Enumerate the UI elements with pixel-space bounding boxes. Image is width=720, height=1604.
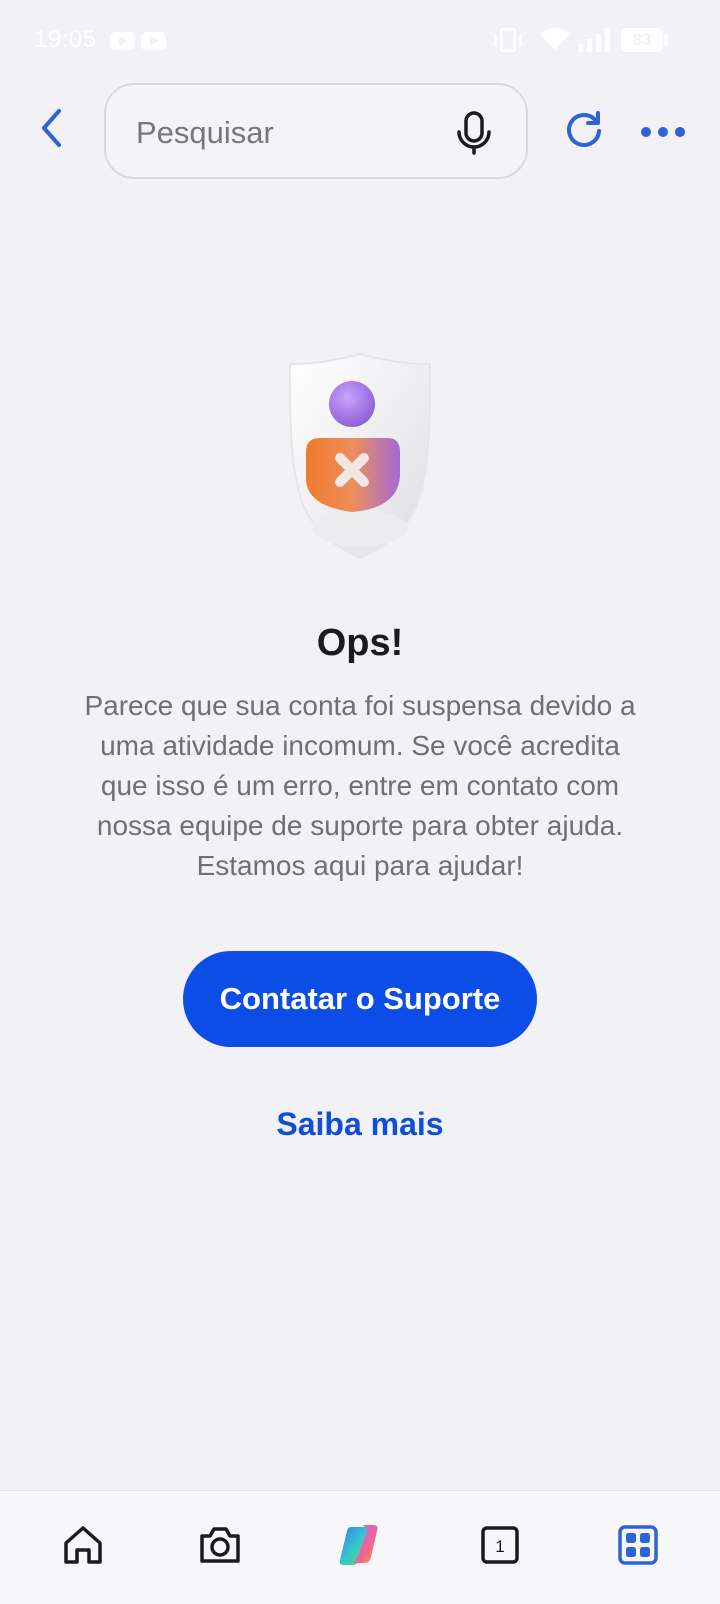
battery-icon: 83 <box>621 28 668 52</box>
microphone-icon <box>457 111 491 155</box>
youtube-icon <box>141 32 166 50</box>
learn-more-link[interactable]: Saiba mais <box>0 1106 720 1143</box>
vibrate-icon <box>494 28 522 52</box>
more-horizontal-icon <box>641 127 685 137</box>
status-bar: 19:05 83 <box>0 0 720 80</box>
nav-home-button[interactable] <box>59 1521 107 1569</box>
tabs-icon: 1 <box>481 1526 519 1564</box>
search-placeholder: Pesquisar <box>136 115 274 150</box>
camera-icon <box>200 1527 240 1563</box>
voice-search-button[interactable] <box>452 109 496 157</box>
refresh-button[interactable] <box>561 107 607 153</box>
bottom-navigation: 1 <box>0 1490 720 1604</box>
status-time: 19:05 <box>34 26 97 53</box>
error-message: Parece que sua conta foi suspensa devido… <box>84 690 636 881</box>
nav-copilot-button[interactable] <box>336 1521 384 1569</box>
home-icon <box>64 1526 102 1564</box>
search-input[interactable]: Pesquisar <box>104 83 528 179</box>
error-title: Ops! <box>316 622 404 664</box>
nav-camera-button[interactable] <box>196 1521 244 1569</box>
wifi-icon <box>540 28 570 50</box>
chevron-left-icon <box>42 109 61 147</box>
shield-blocked-user-icon <box>288 352 432 560</box>
tabs-count: 1 <box>495 1537 504 1556</box>
apps-grid-icon <box>618 1525 658 1565</box>
nav-tabs-button[interactable]: 1 <box>476 1521 524 1569</box>
copilot-icon <box>339 1525 378 1565</box>
signal-icon <box>578 28 610 52</box>
more-options-button[interactable] <box>638 112 688 152</box>
nav-apps-button[interactable] <box>614 1521 662 1569</box>
back-button[interactable] <box>30 106 74 150</box>
refresh-icon <box>567 111 601 148</box>
contact-support-button[interactable]: Contatar o Suporte <box>183 951 537 1047</box>
youtube-icon <box>110 32 135 50</box>
